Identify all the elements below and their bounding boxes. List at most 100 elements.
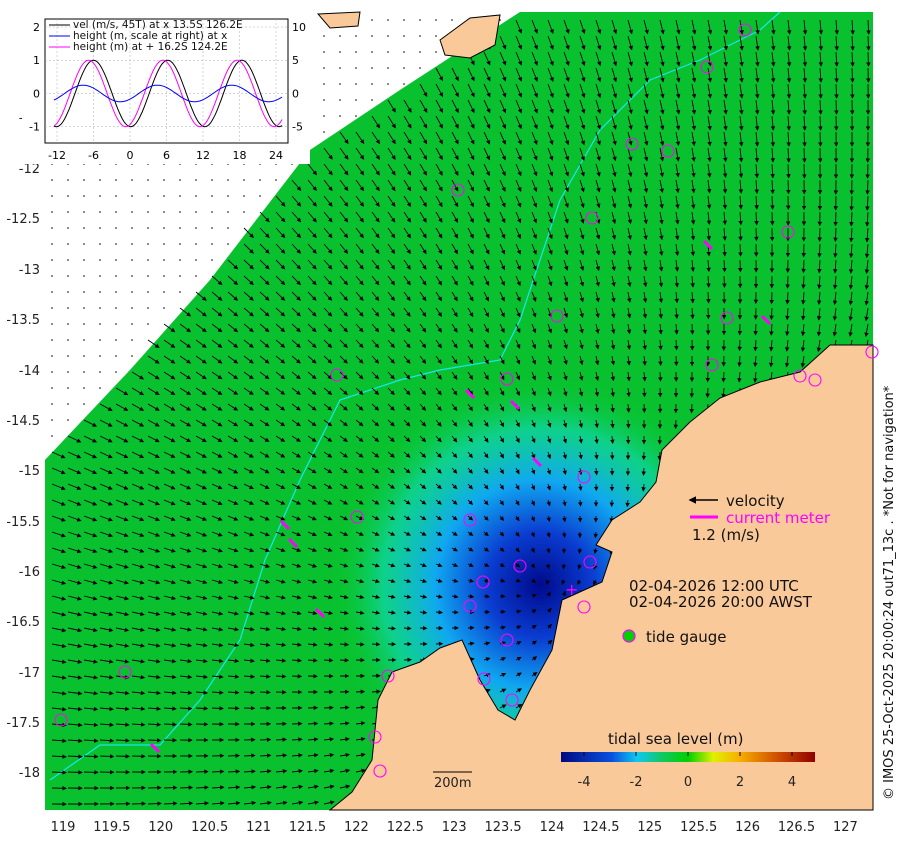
inset-y-right-tick: 5: [292, 54, 299, 67]
velocity-arrow: [307, 721, 319, 726]
velocity-dot: [243, 179, 245, 181]
velocity-arrow: [163, 722, 177, 727]
velocity-arrow: [817, 243, 822, 258]
colorbar-tick: -4: [578, 775, 591, 790]
tide-gauge-icon: [622, 629, 636, 643]
velocity-dot: [211, 179, 213, 181]
velocity-dot: [67, 179, 69, 181]
velocity-dot: [131, 179, 133, 181]
velocity-dot: [371, 51, 373, 53]
velocity-arrow: [211, 706, 224, 711]
velocity-dot: [323, 131, 325, 133]
velocity-dot: [115, 291, 117, 293]
velocity-dot: [83, 403, 85, 405]
velocity-dot: [67, 355, 69, 357]
velocity-dot: [163, 179, 165, 181]
inset-y-right-tick: 10: [292, 21, 306, 34]
inset-x-tick: -6: [88, 149, 99, 162]
velocity-arrow: [179, 785, 194, 790]
y-tick-label: -14.5: [6, 414, 40, 429]
velocity-arrow: [403, 626, 412, 631]
velocity-arrow: [323, 658, 334, 663]
velocity-dot: [67, 243, 69, 245]
velocity-dot: [403, 67, 405, 69]
velocity-dot: [195, 179, 197, 181]
x-tick-label: 121: [246, 820, 271, 835]
velocity-dot: [371, 19, 373, 21]
x-tick-label: 120.5: [191, 820, 228, 835]
velocity-dot: [179, 291, 181, 293]
velocity-dot: [147, 275, 149, 277]
velocity-dot: [83, 275, 85, 277]
velocity-arrow: [243, 753, 256, 758]
velocity-dot: [131, 243, 133, 245]
colorbar-title: tidal sea level (m): [608, 730, 743, 748]
velocity-arrow: [211, 769, 225, 774]
velocity-dot: [227, 195, 229, 197]
time-local: 02-04-2026 20:00 AWST: [629, 593, 813, 611]
velocity-dot: [99, 179, 101, 181]
inset-x-tick: 24: [269, 149, 283, 162]
velocity-dot: [131, 323, 133, 325]
velocity-dot: [227, 179, 229, 181]
velocity-dot: [115, 275, 117, 277]
velocity-dot: [323, 83, 325, 85]
velocity-arrow: [51, 770, 67, 775]
velocity-dot: [67, 195, 69, 197]
velocity-dot: [227, 211, 229, 213]
velocity-arrow: [67, 770, 83, 775]
inset-x-tick: 12: [196, 149, 210, 162]
velocity-arrow: [769, 307, 774, 321]
velocity-dot: [147, 259, 149, 261]
velocity-dot: [51, 275, 53, 277]
velocity-dot: [211, 243, 213, 245]
velocity-dot: [195, 243, 197, 245]
velocity-dot: [99, 387, 101, 389]
velocity-dot: [419, 67, 421, 69]
velocity-dot: [339, 35, 341, 37]
velocity-dot: [83, 179, 85, 181]
velocity-arrow: [834, 83, 839, 99]
inset-x-tick: -12: [48, 149, 66, 162]
inset-y-left-tick: 0: [33, 87, 40, 100]
x-tick-label: 119: [51, 820, 76, 835]
velocity-dot: [99, 275, 101, 277]
velocity-arrow: [371, 689, 381, 694]
velocity-arrow: [147, 801, 162, 806]
velocity-arrow: [642, 387, 647, 398]
velocity-dot: [339, 115, 341, 117]
velocity-dot: [195, 211, 197, 213]
velocity-dot: [99, 243, 101, 245]
velocity-dot: [67, 339, 69, 341]
velocity-dot: [99, 259, 101, 261]
velocity-dot: [67, 211, 69, 213]
velocity-dot: [67, 419, 69, 421]
velocity-dot: [51, 227, 53, 229]
velocity-dot: [147, 227, 149, 229]
velocity-dot: [51, 211, 53, 213]
velocity-arrow: [865, 179, 870, 195]
velocity-dot: [83, 243, 85, 245]
velocity-dot: [115, 323, 117, 325]
velocity-arrow: [738, 243, 743, 257]
velocity-dot: [83, 387, 85, 389]
velocity-dot: [211, 211, 213, 213]
inset-location-plus: +: [565, 580, 578, 599]
velocity-arrow: [786, 163, 791, 179]
velocity-arrow: [339, 705, 350, 710]
velocity-dot: [147, 179, 149, 181]
y-tick-label: -16.5: [6, 615, 40, 630]
velocity-arrow: [802, 147, 807, 163]
velocity-dot: [323, 115, 325, 117]
velocity-dot: [83, 291, 85, 293]
velocity-scale: 1.2 (m/s): [692, 526, 760, 544]
inset-x-tick: 6: [163, 149, 170, 162]
velocity-arrow: [275, 674, 287, 679]
x-tick-label: 126: [735, 820, 760, 835]
velocity-arrow: [195, 706, 209, 711]
velocity-dot: [339, 51, 341, 53]
velocity-dot: [83, 227, 85, 229]
x-tick-label: 122.5: [387, 820, 424, 835]
y-tick-label: -18: [19, 766, 40, 781]
velocity-dot: [51, 291, 53, 293]
